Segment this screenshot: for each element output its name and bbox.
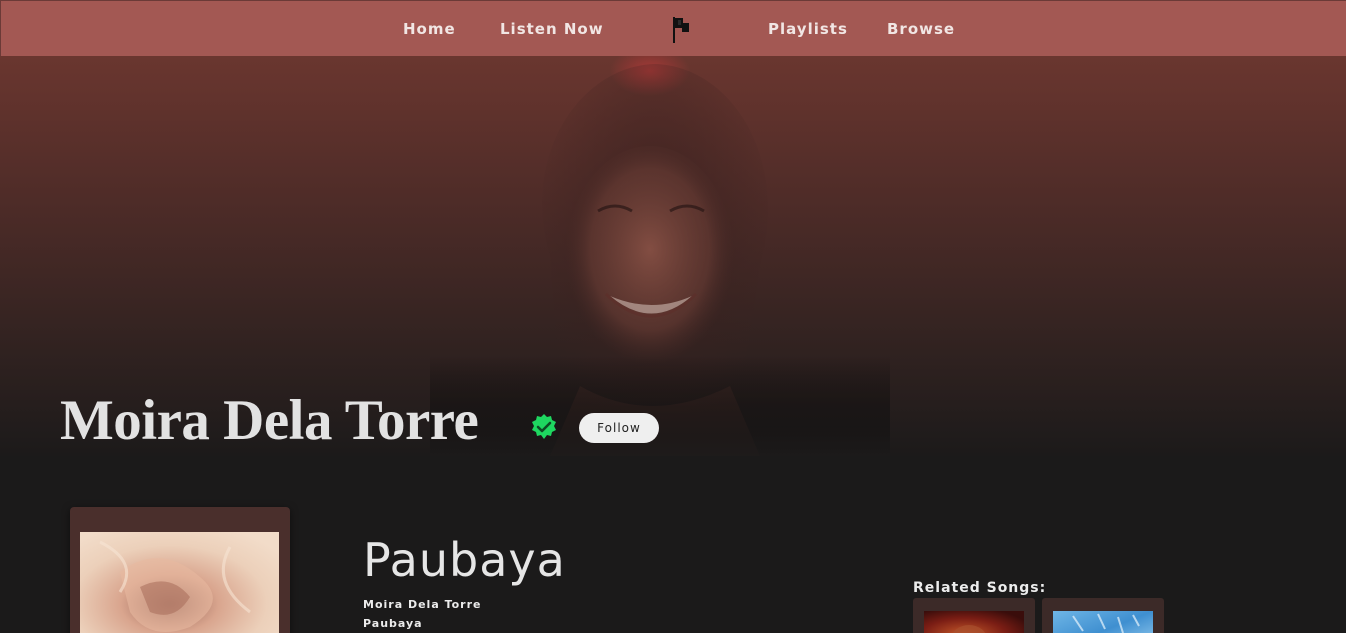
top-nav: Home Listen Now Playlists Browse bbox=[0, 0, 1346, 56]
artist-hero-photo bbox=[430, 56, 890, 456]
nav-home-link[interactable]: Home bbox=[403, 20, 456, 38]
nav-listen-now-link[interactable]: Listen Now bbox=[500, 20, 604, 38]
flag-icon[interactable] bbox=[670, 16, 692, 44]
nav-browse-link[interactable]: Browse bbox=[887, 20, 955, 38]
album-card[interactable] bbox=[70, 507, 290, 633]
song-title: Paubaya bbox=[363, 533, 566, 587]
album-cover-image bbox=[80, 532, 279, 633]
nav-playlists-link[interactable]: Playlists bbox=[768, 20, 848, 38]
song-artist[interactable]: Moira Dela Torre bbox=[363, 598, 481, 611]
related-song-card[interactable] bbox=[1042, 598, 1164, 633]
related-songs-heading: Related Songs: bbox=[913, 580, 1047, 596]
artist-name: Moira Dela Torre bbox=[60, 389, 479, 452]
song-album[interactable]: Paubaya bbox=[363, 617, 423, 630]
related-song-thumbnail bbox=[924, 611, 1024, 633]
related-song-card[interactable] bbox=[913, 598, 1035, 633]
verified-badge-icon bbox=[528, 412, 560, 444]
follow-button[interactable]: Follow bbox=[579, 413, 659, 443]
related-song-thumbnail bbox=[1053, 611, 1153, 633]
